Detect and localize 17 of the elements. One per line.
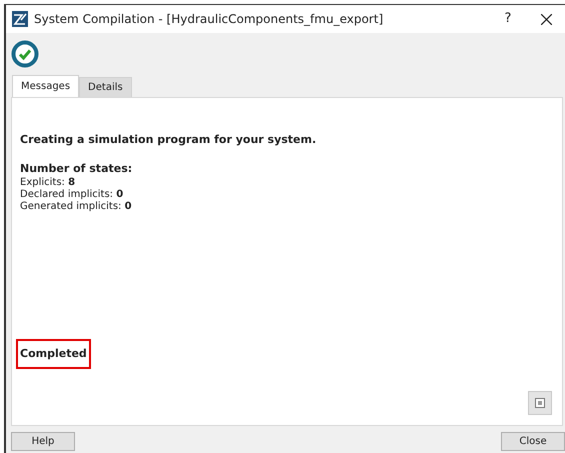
stop-button[interactable] xyxy=(528,391,552,415)
state-count: Generated implicits: 0 xyxy=(20,201,133,213)
tab[interactable]: Details xyxy=(79,77,132,97)
success-check-icon xyxy=(11,40,39,68)
tab[interactable]: Messages xyxy=(12,75,80,97)
window-title: System Compilation - [HydraulicComponents_fmu_export] xyxy=(34,11,384,28)
square-icon xyxy=(535,398,545,408)
state-count: Explicits: 8 xyxy=(20,177,76,189)
state-count: Declared implicits: 0 xyxy=(20,189,124,201)
status-text: Completed xyxy=(16,338,91,369)
states-heading: Number of states: xyxy=(20,160,134,176)
message-heading: Creating a simulation program for your system. xyxy=(20,132,318,148)
dialog-button[interactable]: Help xyxy=(11,432,75,451)
app-icon xyxy=(12,11,28,27)
dialog-button[interactable]: Close xyxy=(501,432,565,451)
close-icon xyxy=(540,14,552,24)
help-button[interactable]: ? xyxy=(493,9,523,29)
